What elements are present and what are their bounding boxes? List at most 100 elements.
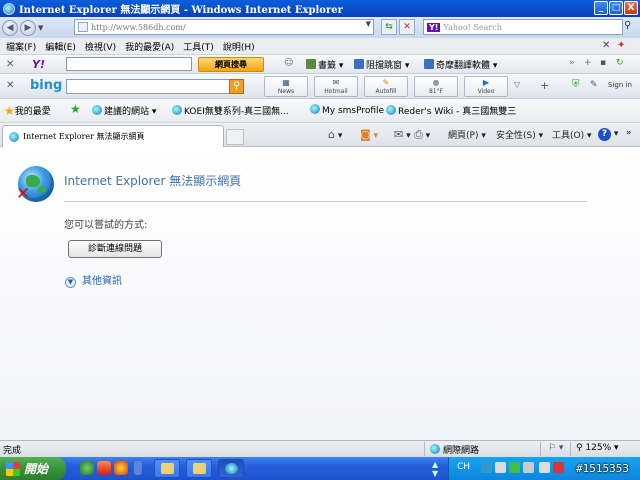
video-tile[interactable]: ▶ Video xyxy=(464,76,508,97)
address-dropdown-icon[interactable]: ▼ xyxy=(366,20,371,28)
divider xyxy=(570,442,571,456)
minimize-button[interactable]: _ xyxy=(594,1,608,15)
toolbar-chevron-icon[interactable]: » xyxy=(569,58,575,68)
more-info-link[interactable]: ▼ 其他資訊 xyxy=(65,272,122,288)
protected-mode-icon[interactable]: ⚐ ▾ xyxy=(548,443,563,453)
taskbar-ie-button[interactable] xyxy=(218,459,244,478)
yahoo-search-input[interactable] xyxy=(66,57,192,71)
feeds-button[interactable]: ◙ ▾ xyxy=(360,128,378,141)
translate-button[interactable]: 奇摩翻譯軟體 ▾ xyxy=(424,58,497,71)
menu-favorites[interactable]: 我的最愛(A) xyxy=(125,40,174,53)
new-tab-button[interactable] xyxy=(226,129,244,145)
title-bar[interactable]: Internet Explorer 無法顯示網頁 - Windows Inter… xyxy=(0,0,640,17)
favorite-link-koei[interactable]: KOEI無雙系列-真三國無... xyxy=(172,104,289,117)
favorite-link-wiki[interactable]: Reder's Wiki - 真三國無雙三 xyxy=(386,104,516,117)
zoom-control[interactable]: ⚲ 125% ▾ xyxy=(576,443,619,453)
mail-icon: ✉ xyxy=(394,128,404,141)
tray-icon[interactable] xyxy=(553,462,564,473)
diagnose-connection-button[interactable]: 診斷連線問題 xyxy=(68,240,162,258)
taskbar-scroll-icon[interactable]: ▲ ▼ xyxy=(432,460,438,478)
status-bar: 完成 網際網路 ⚐ ▾ ⚲ 125% ▾ xyxy=(0,440,640,457)
security-zone[interactable]: 網際網路 xyxy=(430,443,479,456)
search-box[interactable]: Y! Yahoo! Search ⚲ xyxy=(423,19,631,35)
suggested-sites-button[interactable]: 建議的網站 ▾ xyxy=(92,104,156,117)
popup-blocker-button[interactable]: 阻擋跳窗 ▾ xyxy=(354,58,409,71)
menu-edit[interactable]: 編輯(E) xyxy=(45,40,76,53)
status-text: 完成 xyxy=(3,446,22,456)
close-toolbar-icon[interactable]: ✕ xyxy=(6,59,18,70)
popup-blocker-label: 阻擋跳窗 xyxy=(366,61,403,71)
menu-tools[interactable]: 工具(T) xyxy=(183,40,214,53)
toolbar-more-icon[interactable]: » xyxy=(626,128,632,138)
home-button[interactable]: ⌂ ▾ xyxy=(328,128,342,141)
tray-icon[interactable] xyxy=(481,462,492,473)
ie-icon xyxy=(225,463,238,474)
tray-icon[interactable] xyxy=(539,462,550,473)
menu-file[interactable]: 檔案(F) xyxy=(6,40,36,53)
start-button[interactable]: 開始 xyxy=(0,457,66,480)
menu-view[interactable]: 檢視(V) xyxy=(85,40,116,53)
forward-icon[interactable]: ▶ xyxy=(20,19,36,36)
yahoo-logo[interactable]: Y! xyxy=(32,58,45,71)
divider xyxy=(424,442,425,456)
yahoo-search-logo: Y! xyxy=(427,22,441,32)
news-tile[interactable]: ▦ News xyxy=(264,76,308,97)
autofill-tile[interactable]: ✎ Autofill xyxy=(364,76,408,97)
quicklaunch-icon[interactable] xyxy=(97,461,111,475)
back-icon[interactable]: ◀ xyxy=(2,19,18,36)
weather-tile[interactable]: ● 81°F xyxy=(414,76,458,97)
tiles-dropdown-icon[interactable]: ▽ xyxy=(514,80,520,89)
bing-search-icon[interactable]: ⚲ xyxy=(229,79,244,94)
yahoo-search-button[interactable]: 網頁搜尋 xyxy=(198,57,264,72)
toolbar-add-icon[interactable]: + xyxy=(584,58,592,68)
add-favorite-icon[interactable]: ★ xyxy=(70,102,81,116)
bookmarks-button[interactable]: 書籤 ▾ xyxy=(306,58,343,71)
maximize-button[interactable]: □ xyxy=(609,1,623,15)
tray-icon[interactable] xyxy=(495,462,506,473)
weather-label: 81°F xyxy=(428,88,444,95)
add-tile-icon[interactable]: + xyxy=(540,79,549,92)
toolbar-refresh-icon[interactable]: ↻ xyxy=(616,58,624,68)
history-dropdown-icon[interactable]: ▼ xyxy=(38,24,43,32)
toolbar-settings-icon[interactable]: ▪ xyxy=(600,58,606,68)
favorites-button[interactable]: ★我的最愛 xyxy=(4,104,51,118)
url-text[interactable]: http://www.586dh.com/ xyxy=(91,23,186,32)
tools-menu[interactable]: 工具(O) ▾ xyxy=(552,128,592,141)
menu-help[interactable]: 說明(H) xyxy=(223,40,255,53)
bing-search-input[interactable] xyxy=(66,79,244,94)
language-indicator[interactable]: CH xyxy=(457,462,470,472)
favorite-link-smsprofile[interactable]: My smsProfile xyxy=(310,104,384,116)
tray-icon[interactable] xyxy=(523,462,534,473)
wrench-icon[interactable]: ✎ xyxy=(590,80,598,90)
bookmark-icon xyxy=(306,59,316,69)
taskbar-folder-button[interactable] xyxy=(154,459,180,478)
hotmail-tile[interactable]: ✉ Hotmail xyxy=(314,76,358,97)
taskbar-folder-button[interactable] xyxy=(186,459,212,478)
close-menu-icon[interactable]: ✕ xyxy=(602,40,610,51)
watermark-text: #1515353 xyxy=(576,462,629,475)
translate-icon xyxy=(424,59,434,69)
tab-current[interactable]: Internet Explorer 無法顯示網頁 xyxy=(2,125,224,147)
page-menu[interactable]: 網頁(P) ▾ xyxy=(448,128,486,141)
stop-icon[interactable]: ✕ xyxy=(399,19,415,35)
quicklaunch-icon[interactable] xyxy=(80,461,94,475)
compatibility-icon[interactable]: ⇆ xyxy=(381,19,397,35)
play-icon: ▶ xyxy=(482,78,490,87)
close-button[interactable]: X xyxy=(624,1,638,15)
quicklaunch-icon[interactable] xyxy=(114,461,128,475)
sign-in-link[interactable]: Sign in xyxy=(608,81,632,89)
print-button[interactable]: ⎙ ▾ xyxy=(414,128,430,142)
quicklaunch-more-icon[interactable] xyxy=(134,461,142,475)
addon-icon[interactable]: ✦ xyxy=(617,40,625,51)
bing-logo[interactable]: bing xyxy=(30,78,62,93)
close-bing-toolbar-icon[interactable]: ✕ xyxy=(6,80,14,91)
shield-icon[interactable]: ⛨ xyxy=(572,79,580,90)
yahoo-smiley-icon[interactable]: ☺ xyxy=(284,58,293,68)
search-go-icon[interactable]: ⚲ xyxy=(624,20,638,34)
help-button[interactable]: ? ▾ xyxy=(598,128,618,141)
address-bar[interactable]: http://www.586dh.com/ ▼ xyxy=(74,19,374,35)
search-input[interactable]: Yahoo! Search xyxy=(443,23,501,32)
tray-icon[interactable] xyxy=(509,462,520,473)
safety-menu[interactable]: 安全性(S) ▾ xyxy=(496,128,543,141)
mail-button[interactable]: ✉ ▾ xyxy=(394,128,411,141)
